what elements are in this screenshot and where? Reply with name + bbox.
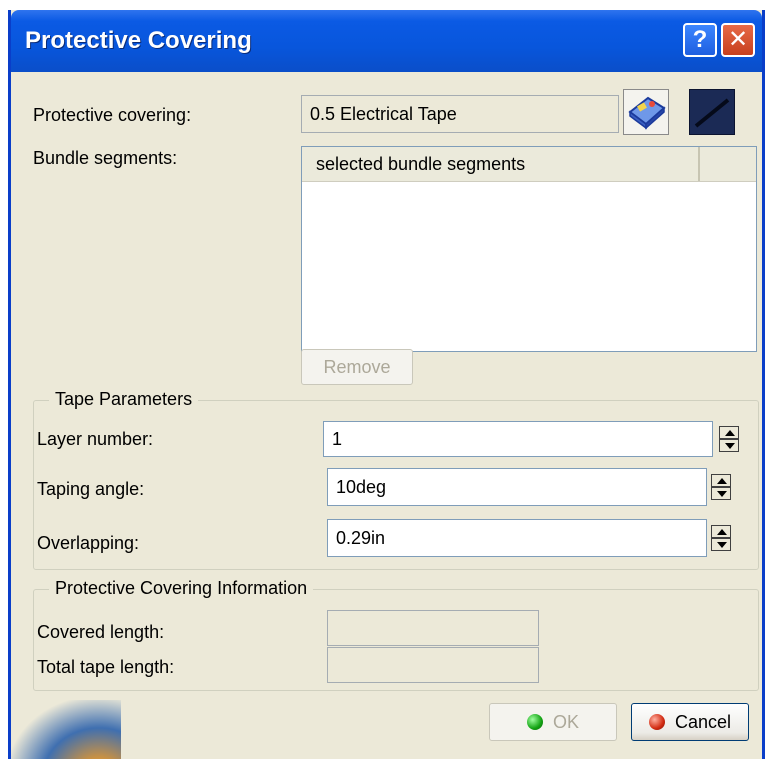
close-icon: ✕: [727, 26, 749, 53]
layer-number-value: 1: [332, 428, 343, 449]
cancel-label: Cancel: [674, 711, 732, 732]
overlapping-decrement[interactable]: [711, 538, 731, 551]
cancel-button[interactable]: Cancel: [631, 703, 749, 741]
line-swatch-icon: [694, 98, 730, 128]
overlapping-spinner[interactable]: [711, 525, 731, 551]
cancel-red-dot-icon: [648, 714, 665, 730]
covered-length-field: [327, 610, 539, 646]
arrow-up-icon: [725, 430, 735, 436]
layer-number-spinner[interactable]: [719, 426, 739, 452]
layer-number-label: Layer number:: [37, 429, 154, 449]
title-bar[interactable]: Protective Covering ? ✕: [11, 10, 762, 72]
layer-number-input[interactable]: 1: [323, 421, 713, 457]
taping-angle-input[interactable]: 10deg: [327, 468, 707, 506]
taping-angle-decrement[interactable]: [711, 487, 731, 500]
taping-angle-value: 10deg: [336, 476, 387, 497]
close-button[interactable]: ✕: [721, 23, 755, 57]
arrow-down-icon: [725, 443, 735, 449]
overlapping-label: Overlapping:: [37, 533, 140, 553]
covering-information-title: Protective Covering Information: [49, 578, 314, 599]
ok-green-dot-icon: [526, 714, 543, 730]
help-button[interactable]: ?: [683, 23, 717, 57]
column-header-selected-bundle-segments[interactable]: selected bundle segments: [302, 147, 700, 181]
covered-length-label: Covered length:: [37, 622, 165, 642]
overlapping-increment[interactable]: [711, 525, 731, 538]
line-style-button[interactable]: [689, 89, 735, 135]
total-tape-length-field: [327, 647, 539, 683]
help-icon: ?: [692, 26, 708, 53]
overlapping-value: 0.29in: [336, 527, 386, 548]
protective-covering-label: Protective covering:: [33, 105, 192, 125]
arrow-up-icon: [717, 478, 727, 484]
bundle-segments-label: Bundle segments:: [33, 148, 178, 168]
list-header: selected bundle segments: [302, 147, 756, 182]
catalog-browser-button[interactable]: [623, 89, 669, 135]
arrow-down-icon: [717, 491, 727, 497]
total-tape-length-label: Total tape length:: [37, 657, 175, 677]
taping-angle-label: Taping angle:: [37, 479, 145, 499]
arrow-down-icon: [717, 542, 727, 548]
ok-button[interactable]: OK: [489, 703, 617, 741]
decorative-corner-graphic: [11, 700, 121, 759]
ok-label: OK: [552, 711, 579, 732]
remove-button[interactable]: Remove: [301, 349, 413, 385]
bundle-segments-list[interactable]: selected bundle segments: [301, 146, 757, 352]
taping-angle-spinner[interactable]: [711, 474, 731, 500]
protective-covering-field: 0.5 Electrical Tape: [301, 95, 619, 133]
catalog-browser-icon: [628, 96, 666, 130]
overlapping-input[interactable]: 0.29in: [327, 519, 707, 557]
protective-covering-value: 0.5 Electrical Tape: [310, 103, 457, 124]
arrow-up-icon: [717, 529, 727, 535]
protective-covering-dialog: Protective Covering ? ✕ Protective cover…: [8, 10, 765, 759]
layer-number-increment[interactable]: [719, 426, 739, 439]
taping-angle-increment[interactable]: [711, 474, 731, 487]
layer-number-decrement[interactable]: [719, 439, 739, 452]
tape-parameters-title: Tape Parameters: [49, 389, 199, 410]
dialog-title: Protective Covering: [25, 27, 252, 54]
